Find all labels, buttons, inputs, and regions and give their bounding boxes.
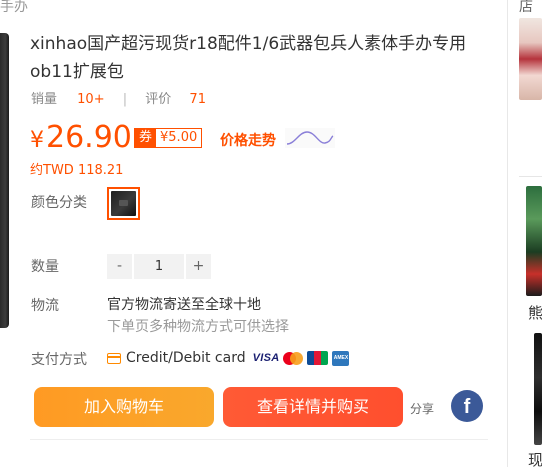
- coupon-amount: ¥5.00: [156, 129, 202, 147]
- mastercard-logo-icon: [283, 351, 304, 365]
- sidebar-thumbnail-1[interactable]: [519, 18, 542, 100]
- review-value[interactable]: 71: [189, 92, 206, 107]
- sidebar-divider: [519, 176, 542, 177]
- price-trend-icon[interactable]: [285, 128, 335, 148]
- review-label: 评价: [145, 92, 172, 107]
- product-title: xinhao国产超污现货r18配件1/6武器包兵人素体手办专用ob11扩展包: [30, 34, 467, 82]
- divider: [30, 439, 488, 440]
- payment-methods: Credit/Debit card VISA AMEX: [107, 350, 350, 366]
- sales-stats: 销量 10+ | 评价 71: [31, 88, 206, 107]
- currency-symbol: ¥: [30, 128, 44, 153]
- jcb-logo-icon: [307, 351, 329, 365]
- add-to-cart-button[interactable]: 加入购物车: [34, 387, 214, 427]
- quantity-input[interactable]: 1: [134, 254, 184, 279]
- credit-card-icon: [107, 352, 121, 364]
- sidebar-thumbnail-2[interactable]: [526, 186, 542, 296]
- breadcrumb-fragment[interactable]: 手办: [0, 0, 28, 16]
- sidebar-item-title-2[interactable]: 熊: [528, 302, 542, 323]
- card-logos: VISA AMEX: [252, 350, 350, 366]
- sales-label: 销量: [31, 92, 58, 107]
- color-option-selected[interactable]: [107, 187, 140, 220]
- color-label: 颜色分类: [31, 195, 87, 211]
- sales-value: 10+: [77, 92, 105, 107]
- quantity-label: 数量: [31, 259, 59, 275]
- view-details-buy-button[interactable]: 查看详情并购买: [223, 387, 403, 427]
- color-option-thumbnail: [111, 191, 136, 216]
- price: ¥26.90: [30, 118, 132, 161]
- shipping-label: 物流: [31, 298, 59, 314]
- price-value: 26.90: [46, 120, 132, 155]
- share-label: 分享: [410, 402, 435, 416]
- quantity-increase-button[interactable]: +: [186, 254, 211, 279]
- amex-logo-icon: AMEX: [332, 350, 350, 366]
- shipping-sub-text: 下单页多种物流方式可供选择: [107, 319, 289, 335]
- sidebar-border: [507, 0, 508, 467]
- sidebar-thumbnail-3[interactable]: [534, 333, 542, 445]
- stat-separator: |: [122, 92, 128, 107]
- product-image-edge[interactable]: [0, 33, 9, 328]
- quantity-decrease-button[interactable]: -: [107, 254, 132, 279]
- coupon-badge[interactable]: 券 ¥5.00: [134, 128, 203, 148]
- payment-label: 支付方式: [31, 352, 87, 368]
- quantity-stepper: - 1 +: [107, 254, 211, 279]
- coupon-tag: 券: [135, 129, 157, 147]
- facebook-share-icon[interactable]: f: [451, 390, 483, 422]
- price-trend-link[interactable]: 价格走势: [220, 130, 276, 150]
- visa-logo-icon: VISA: [252, 352, 280, 364]
- payment-method-text: Credit/Debit card: [126, 350, 246, 366]
- shipping-main-text: 官方物流寄送至全球十地: [107, 297, 261, 313]
- price-approx-twd: 约TWD 118.21: [30, 163, 124, 178]
